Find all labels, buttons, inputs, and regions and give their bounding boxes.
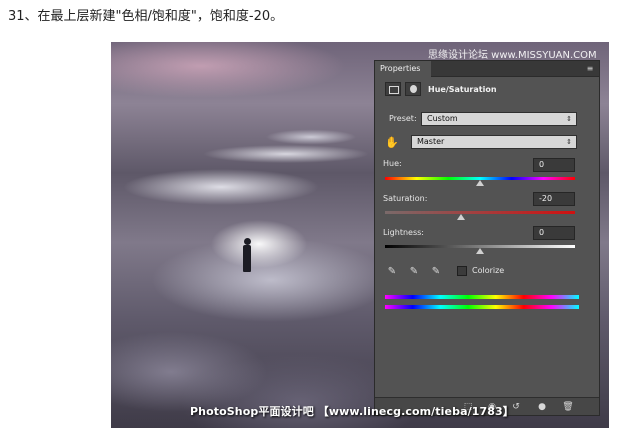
- saturation-value-field[interactable]: -20: [533, 192, 575, 206]
- preset-select[interactable]: Custom ⇕: [421, 112, 577, 126]
- tab-properties[interactable]: Properties: [375, 61, 431, 77]
- saturation-label: Saturation:: [383, 194, 428, 203]
- channel-select[interactable]: Master ⇕: [411, 135, 577, 149]
- preset-label: Preset:: [389, 114, 417, 123]
- adjustment-title: Hue/Saturation: [428, 85, 497, 94]
- input-color-bar: [385, 295, 579, 299]
- adjustment-layer-icon[interactable]: [385, 82, 401, 96]
- standing-figure-body: [243, 245, 251, 272]
- preset-select-value: Custom: [427, 114, 458, 123]
- standing-figure-head: [244, 238, 251, 245]
- chevron-updown-icon: ⇕: [566, 138, 572, 146]
- panel-menu-icon[interactable]: ≡: [585, 64, 595, 74]
- saturation-slider-track[interactable]: [385, 211, 575, 214]
- watermark-bottom: PhotoShop平面设计吧 【www.linecg.com/tieba/178…: [190, 405, 514, 418]
- lightness-label: Lightness:: [383, 228, 424, 237]
- lightness-slider-thumb[interactable]: [476, 248, 484, 254]
- channel-select-value: Master: [417, 137, 445, 146]
- saturation-slider-thumb[interactable]: [457, 214, 465, 220]
- watermark-top: 思缘设计论坛 www.MISSYUAN.COM: [428, 50, 597, 61]
- colorize-label: Colorize: [472, 266, 505, 275]
- output-color-bar: [385, 305, 579, 309]
- hand-target-icon[interactable]: ✋: [383, 136, 401, 150]
- properties-panel: Properties ≡ Hue/Saturation Preset: Cust…: [374, 60, 600, 416]
- instruction-caption: 31、在最上层新建"色相/饱和度"，饱和度-20。: [8, 9, 284, 24]
- eyedropper-plus-icon[interactable]: ✎: [407, 265, 421, 279]
- hue-slider-thumb[interactable]: [476, 180, 484, 186]
- eyedropper-minus-icon[interactable]: ✎: [429, 265, 443, 279]
- hue-label: Hue:: [383, 159, 402, 168]
- eyedropper-icon[interactable]: ✎: [385, 265, 399, 279]
- colorize-checkbox[interactable]: [457, 266, 467, 276]
- layer-mask-icon[interactable]: [405, 82, 421, 96]
- panel-tab-bar: Properties ≡: [375, 61, 599, 77]
- hue-value-field[interactable]: 0: [533, 158, 575, 172]
- chevron-updown-icon: ⇕: [566, 115, 572, 123]
- lightness-value-field[interactable]: 0: [533, 226, 575, 240]
